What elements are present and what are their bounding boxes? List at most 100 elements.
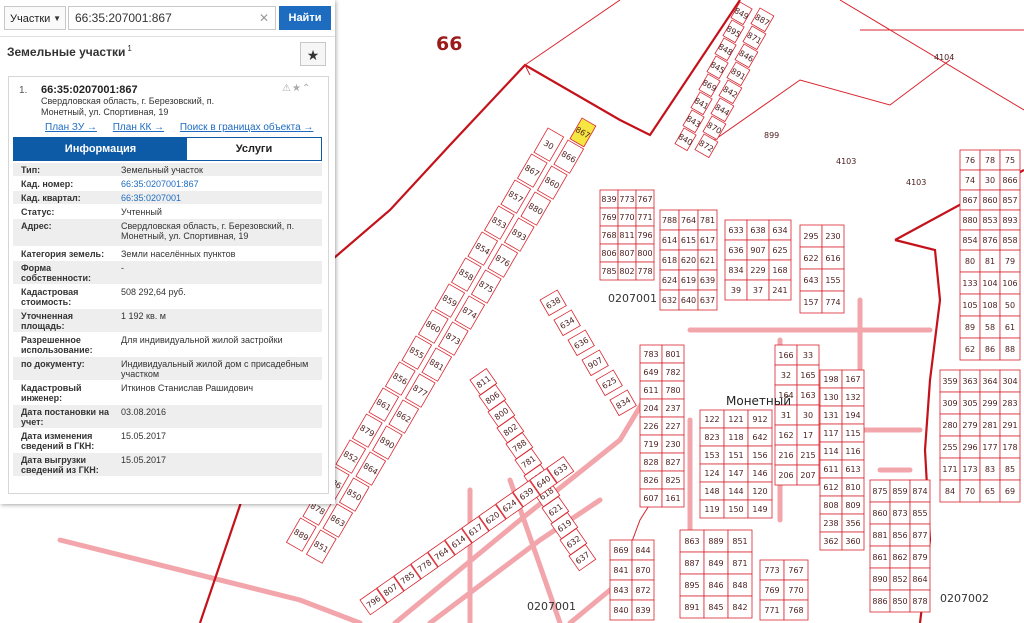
parcel[interactable]: 642 bbox=[747, 427, 773, 447]
parcel[interactable]: 226 bbox=[639, 416, 663, 436]
parcel[interactable]: 615 bbox=[678, 229, 699, 251]
parcel[interactable]: 70 bbox=[959, 479, 981, 503]
parcel[interactable]: 359 bbox=[939, 369, 961, 393]
parcel[interactable]: 216 bbox=[774, 444, 798, 466]
parcel[interactable]: 156 bbox=[747, 445, 773, 465]
parcel[interactable]: 304 bbox=[999, 369, 1021, 393]
parcel[interactable]: 305 bbox=[959, 391, 981, 415]
parcel[interactable]: 767 bbox=[635, 189, 655, 209]
parcel[interactable]: 873 bbox=[889, 501, 911, 525]
parcel[interactable]: 296 bbox=[959, 435, 981, 459]
parcel[interactable]: 767 bbox=[783, 559, 809, 581]
parcel[interactable]: 613 bbox=[841, 459, 865, 479]
parcel[interactable]: 879 bbox=[909, 545, 931, 569]
parcel[interactable]: 864 bbox=[909, 567, 931, 591]
parcel[interactable]: 719 bbox=[639, 434, 663, 454]
parcel[interactable]: 850 bbox=[889, 589, 911, 613]
parcel[interactable]: 620 bbox=[678, 249, 699, 271]
parcel[interactable]: 810 bbox=[841, 477, 865, 497]
parcel[interactable]: 800 bbox=[635, 243, 655, 263]
parcel[interactable]: 295 bbox=[799, 224, 823, 248]
parcel[interactable]: 764 bbox=[678, 209, 699, 231]
parcel[interactable]: 79 bbox=[999, 249, 1021, 273]
parcel[interactable]: 149 bbox=[747, 499, 773, 519]
parcel[interactable]: 834 bbox=[609, 389, 637, 417]
parcel[interactable]: 624 bbox=[659, 269, 680, 291]
parcel[interactable]: 778 bbox=[635, 261, 655, 281]
parcel[interactable]: 108 bbox=[979, 293, 1001, 317]
plan-zu-link[interactable]: План ЗУ → bbox=[45, 122, 97, 133]
selected-parcel[interactable]: 867 bbox=[569, 117, 597, 148]
parcel[interactable]: 634 bbox=[768, 219, 792, 241]
parcel[interactable]: 146 bbox=[747, 463, 773, 483]
parcel[interactable]: 895 bbox=[679, 573, 705, 597]
parcel[interactable]: 612 bbox=[819, 477, 843, 497]
parcel[interactable]: 859 bbox=[889, 479, 911, 503]
parcel[interactable]: 852 bbox=[889, 567, 911, 591]
parcel[interactable]: 177 bbox=[979, 435, 1001, 459]
parcel[interactable]: 871 bbox=[727, 551, 753, 575]
parcel[interactable]: 637 bbox=[697, 289, 718, 311]
parcel[interactable]: 860 bbox=[869, 501, 891, 525]
parcel[interactable]: 880 bbox=[959, 209, 981, 231]
parcel[interactable]: 157 bbox=[799, 290, 823, 314]
parcel[interactable]: 117 bbox=[819, 423, 843, 443]
parcel[interactable]: 69 bbox=[999, 479, 1021, 503]
parcel[interactable]: 893 bbox=[999, 209, 1021, 231]
parcel[interactable]: 643 bbox=[799, 268, 823, 292]
parcel[interactable]: 874 bbox=[909, 479, 931, 503]
parcel[interactable]: 76 bbox=[959, 149, 981, 171]
parcel[interactable]: 133 bbox=[959, 271, 981, 295]
parcel[interactable]: 846 bbox=[703, 573, 729, 597]
parcel[interactable]: 17 bbox=[796, 424, 820, 446]
parcel[interactable]: 229 bbox=[746, 259, 770, 281]
parcel[interactable]: 171 bbox=[939, 457, 961, 481]
info-row-value[interactable]: 66:35:0207001:867 bbox=[121, 179, 317, 189]
parcel[interactable]: 291 bbox=[999, 413, 1021, 437]
parcel[interactable]: 887 bbox=[679, 551, 705, 575]
parcel[interactable]: 843 bbox=[609, 579, 633, 601]
parcel[interactable]: 639 bbox=[697, 269, 718, 291]
parcel[interactable]: 860 bbox=[979, 189, 1001, 211]
parcel[interactable]: 872 bbox=[631, 579, 655, 601]
parcel[interactable]: 162 bbox=[774, 424, 798, 446]
parcel[interactable]: 907 bbox=[746, 239, 770, 261]
parcel[interactable]: 114 bbox=[819, 441, 843, 461]
parcel[interactable]: 625 bbox=[595, 369, 623, 397]
info-row-value[interactable]: 66:35:0207001 bbox=[121, 193, 317, 203]
chevron-up-icon[interactable]: ⌃ bbox=[302, 83, 311, 94]
close-icon[interactable]: ✕ bbox=[259, 11, 269, 25]
parcel[interactable]: 299 bbox=[979, 391, 1001, 415]
parcel[interactable]: 855 bbox=[909, 501, 931, 525]
parcel[interactable]: 862 bbox=[889, 545, 911, 569]
parcel[interactable]: 50 bbox=[999, 293, 1021, 317]
parcel[interactable]: 636 bbox=[724, 239, 748, 261]
parcel[interactable]: 912 bbox=[747, 409, 773, 429]
parcel[interactable]: 58 bbox=[979, 315, 1001, 339]
parcel[interactable]: 84 bbox=[939, 479, 961, 503]
parcel[interactable]: 796 bbox=[635, 225, 655, 245]
parcel[interactable]: 769 bbox=[599, 207, 619, 227]
parcel[interactable]: 30 bbox=[796, 404, 820, 426]
parcel[interactable]: 890 bbox=[869, 567, 891, 591]
parcel[interactable]: 848 bbox=[727, 573, 753, 597]
parcel[interactable]: 132 bbox=[841, 387, 865, 407]
parcel[interactable]: 279 bbox=[959, 413, 981, 437]
parcel[interactable]: 788 bbox=[659, 209, 680, 231]
parcel[interactable]: 155 bbox=[821, 268, 845, 292]
parcel[interactable]: 75 bbox=[999, 149, 1021, 171]
parcel[interactable]: 854 bbox=[959, 229, 981, 251]
parcel[interactable]: 309 bbox=[939, 391, 961, 415]
parcel[interactable]: 83 bbox=[979, 457, 1001, 481]
parcel[interactable]: 206 bbox=[774, 464, 798, 486]
search-in-bounds-link[interactable]: Поиск в границах объекта → bbox=[180, 122, 314, 133]
parcel[interactable]: 878 bbox=[909, 589, 931, 613]
parcel[interactable]: 881 bbox=[869, 523, 891, 547]
parcel[interactable]: 770 bbox=[617, 207, 637, 227]
parcel[interactable]: 131 bbox=[819, 405, 843, 425]
parcel[interactable]: 773 bbox=[617, 189, 637, 209]
parcel[interactable]: 607 bbox=[639, 488, 663, 508]
parcel[interactable]: 863 bbox=[679, 529, 705, 553]
parcel[interactable]: 808 bbox=[819, 495, 843, 515]
parcel[interactable]: 632 bbox=[659, 289, 680, 311]
